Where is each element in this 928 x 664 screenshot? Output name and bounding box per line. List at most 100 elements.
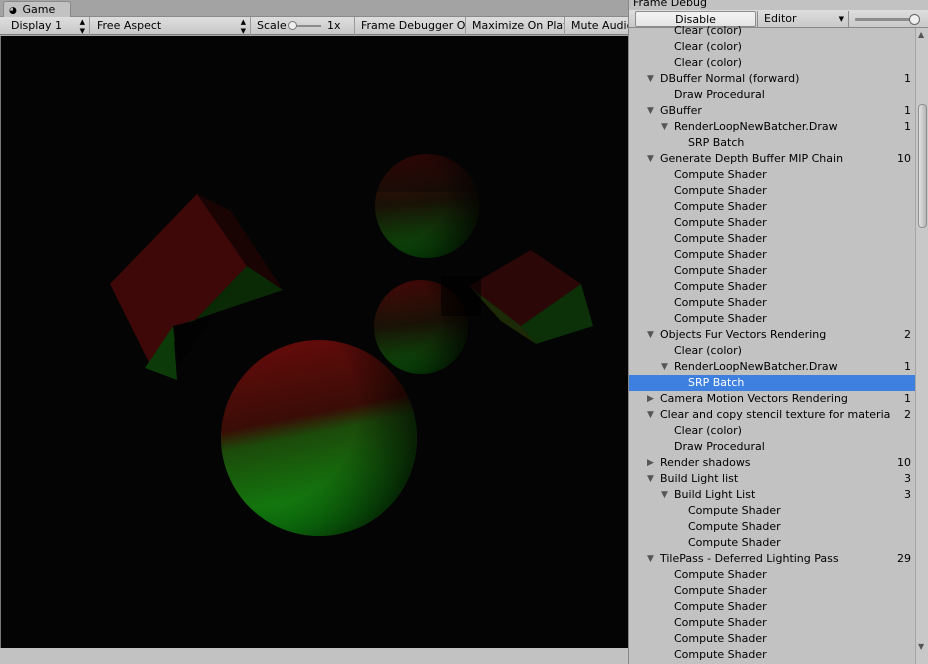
scrollbar-thumb[interactable] — [918, 104, 927, 228]
tree-row[interactable]: Compute Shader — [629, 247, 915, 263]
tree-row[interactable]: Compute Shader — [629, 503, 915, 519]
tree-row-label: Compute Shader — [674, 216, 767, 229]
tree-row[interactable]: Compute Shader — [629, 615, 915, 631]
tree-row[interactable]: ▼ Build Light List 3 — [629, 487, 915, 503]
tree-row-label: Compute Shader — [688, 536, 781, 549]
tree-row-label: Compute Shader — [674, 584, 767, 597]
tree-row[interactable]: Compute Shader — [629, 295, 915, 311]
mute-audio-toggle[interactable]: Mute Audio — [565, 17, 628, 35]
game-bottom-bar — [0, 648, 628, 664]
sphere-middle — [374, 276, 481, 374]
tree-row[interactable]: Clear (color) — [629, 55, 915, 71]
fold-open-icon[interactable]: ▼ — [647, 407, 657, 423]
tree-row[interactable]: Compute Shader — [629, 183, 915, 199]
fold-open-icon[interactable]: ▼ — [661, 119, 671, 135]
tree-row-label: Compute Shader — [674, 232, 767, 245]
tree-row[interactable]: Compute Shader — [629, 647, 915, 663]
scale-value: 1x — [327, 19, 341, 32]
frame-debug-title: Frame Debug — [633, 0, 707, 9]
tree-row[interactable]: ▼ Clear and copy stencil texture for mate… — [629, 407, 915, 423]
fold-open-icon[interactable]: ▼ — [647, 471, 657, 487]
tree-row[interactable]: Compute Shader — [629, 631, 915, 647]
tree-row[interactable]: ▶ Render shadows 10 — [629, 455, 915, 471]
tree-row[interactable]: Compute Shader — [629, 263, 915, 279]
tree-row[interactable]: Compute Shader — [629, 279, 915, 295]
tree-row[interactable]: ▼ GBuffer 1 — [629, 103, 915, 119]
fold-open-icon[interactable]: ▼ — [647, 71, 657, 87]
tree-row-label: Clear (color) — [674, 56, 742, 69]
tree-row[interactable]: Compute Shader — [629, 567, 915, 583]
tree-row-label: Compute Shader — [674, 168, 767, 181]
tree-row[interactable]: Clear (color) — [629, 343, 915, 359]
fold-open-icon[interactable]: ▼ — [647, 551, 657, 567]
scene-render — [110, 148, 593, 536]
tree-row[interactable]: Compute Shader — [629, 583, 915, 599]
tree-row-label: Compute Shader — [674, 312, 767, 325]
tree-row[interactable]: Compute Shader — [629, 519, 915, 535]
tree-row-label: Clear (color) — [674, 40, 742, 53]
frame-debugger-toggle[interactable]: Frame Debugger On — [355, 17, 466, 35]
tree-row[interactable]: Compute Shader — [629, 311, 915, 327]
tree-row[interactable]: ▼ DBuffer Normal (forward) 1 — [629, 71, 915, 87]
scroll-up-icon[interactable]: ▲ — [918, 30, 924, 39]
scale-slider-thumb[interactable] — [288, 21, 297, 30]
fold-open-icon[interactable]: ▼ — [647, 151, 657, 167]
sphere-large — [221, 340, 417, 536]
tree-row-label: Compute Shader — [674, 200, 767, 213]
tree-row-label: Clear (color) — [674, 344, 742, 357]
tree-row[interactable]: SRP Batch — [629, 375, 915, 391]
tree-row[interactable]: Compute Shader — [629, 167, 915, 183]
tree-row-count: 1 — [904, 392, 911, 405]
tree-row[interactable]: ▼ RenderLoopNewBatcher.Draw 1 — [629, 359, 915, 375]
tree-row-count: 10 — [897, 456, 911, 469]
tree-row[interactable]: Clear (color) — [629, 23, 915, 39]
tree-row[interactable]: Draw Procedural — [629, 87, 915, 103]
game-tab[interactable]: ◕ Game — [3, 1, 71, 18]
display-dropdown[interactable]: Display 1 ▲ ▼ — [5, 17, 90, 35]
scale-slider[interactable] — [288, 21, 321, 30]
tree-row[interactable]: Compute Shader — [629, 215, 915, 231]
event-slider[interactable] — [855, 14, 920, 25]
tree-row[interactable]: Compute Shader — [629, 599, 915, 615]
fold-closed-icon[interactable]: ▶ — [647, 455, 657, 471]
tree-row-count: 2 — [904, 328, 911, 341]
tree-row[interactable]: ▼ Generate Depth Buffer MIP Chain 10 — [629, 151, 915, 167]
tree-row[interactable]: Compute Shader — [629, 535, 915, 551]
aspect-dropdown-label: Free Aspect — [97, 19, 162, 32]
tree-row-label: Compute Shader — [674, 648, 767, 661]
tree-row[interactable]: Clear (color) — [629, 423, 915, 439]
tree-row-label: SRP Batch — [688, 136, 745, 149]
game-view: ◕ Game Display 1 ▲ ▼ Free Aspect ▲ ▼ Scale… — [0, 0, 628, 664]
maximize-on-play-toggle[interactable]: Maximize On Play — [466, 17, 565, 35]
aspect-dropdown[interactable]: Free Aspect ▲ ▼ — [91, 17, 251, 35]
display-dropdown-label: Display 1 — [11, 19, 63, 32]
tree-row-label: Camera Motion Vectors Rendering — [660, 392, 848, 405]
game-viewport[interactable] — [0, 36, 628, 648]
tree-row-label: Compute Shader — [674, 616, 767, 629]
tree-row-label: Draw Procedural — [674, 88, 765, 101]
tree-row[interactable]: ▼ RenderLoopNewBatcher.Draw 1 — [629, 119, 915, 135]
fold-open-icon[interactable]: ▼ — [661, 487, 671, 503]
fold-open-icon[interactable]: ▼ — [647, 103, 657, 119]
tree-row[interactable]: ▶ Camera Motion Vectors Rendering 1 — [629, 391, 915, 407]
tree-row-label: Compute Shader — [674, 248, 767, 261]
tree-row[interactable]: Compute Shader — [629, 231, 915, 247]
tree-row[interactable]: ▼ Objects Fur Vectors Rendering 2 — [629, 327, 915, 343]
cube-left — [110, 194, 283, 380]
tree-row[interactable]: Draw Procedural — [629, 439, 915, 455]
tree-row-label: Generate Depth Buffer MIP Chain — [660, 152, 844, 165]
scroll-down-icon[interactable]: ▼ — [918, 642, 924, 651]
fold-closed-icon[interactable]: ▶ — [647, 391, 657, 407]
tree-row[interactable]: ▼ TilePass - Deferred Lighting Pass 29 — [629, 551, 915, 567]
tree-row-label: Objects Fur Vectors Rendering — [660, 328, 827, 341]
tree-scrollbar[interactable]: ▲ ▼ — [915, 28, 928, 664]
tree-row-label: SRP Batch — [688, 376, 745, 389]
tree-row-label: Compute Shader — [674, 280, 767, 293]
tree-row[interactable]: SRP Batch — [629, 135, 915, 151]
tree-row[interactable]: Compute Shader — [629, 199, 915, 215]
tree-row[interactable]: Clear (color) — [629, 39, 915, 55]
tree-row-label: Render shadows — [660, 456, 751, 469]
tree-row[interactable]: ▼ Build Light list 3 — [629, 471, 915, 487]
fold-open-icon[interactable]: ▼ — [647, 327, 657, 343]
fold-open-icon[interactable]: ▼ — [661, 359, 671, 375]
